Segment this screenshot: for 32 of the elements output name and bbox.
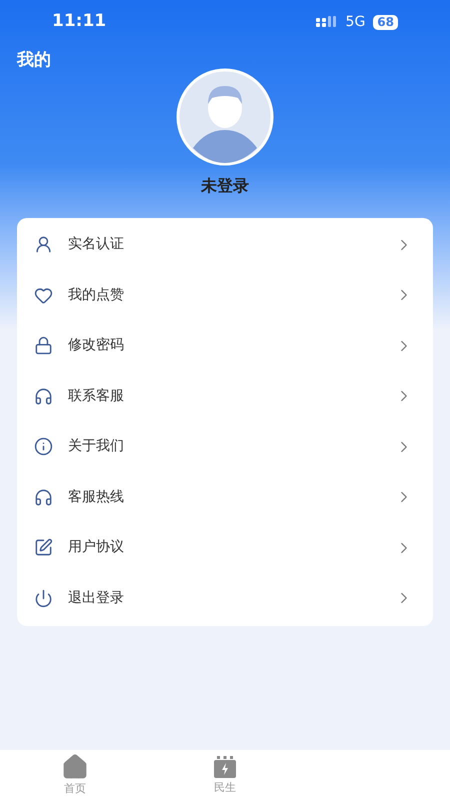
menu-label: 联系客服 (68, 386, 125, 406)
username: 未登录 (201, 174, 249, 196)
menu-item[interactable]: 关于我们 (17, 422, 433, 472)
charger-icon (212, 754, 238, 780)
person-icon (34, 235, 53, 254)
menu-item[interactable]: 退出登录 (17, 573, 433, 624)
network-label: 5G (346, 12, 366, 32)
signal-icon (316, 16, 338, 28)
menu-label: 客服热线 (68, 488, 125, 507)
heart-icon (34, 286, 53, 305)
menu-label: 我的点赞 (68, 286, 125, 305)
page-title: 我的 (17, 50, 51, 70)
menu-item[interactable]: 我的点赞 (17, 270, 433, 320)
menu-label: 关于我们 (68, 437, 125, 456)
menu-item[interactable]: 用户协议 (17, 522, 433, 573)
menu-label: 用户协议 (68, 538, 125, 558)
headset-icon (34, 488, 53, 507)
menu-label: 实名认证 (68, 235, 125, 254)
headset-icon (34, 386, 53, 406)
edit-icon (34, 538, 53, 558)
power-icon (34, 588, 53, 608)
menu-item[interactable]: 修改密码 (17, 320, 433, 371)
battery-indicator: 68 (373, 14, 398, 30)
menu-label: 修改密码 (68, 336, 125, 356)
home-icon (61, 752, 89, 781)
info-icon (34, 437, 53, 456)
status-time: 11:11 (52, 10, 106, 34)
lock-icon (34, 336, 53, 356)
menu-item[interactable]: 联系客服 (17, 371, 433, 422)
menu-label: 退出登录 (68, 588, 125, 608)
menu-item[interactable]: 实名认证 (17, 220, 433, 270)
menu-item[interactable]: 客服热线 (17, 472, 433, 522)
